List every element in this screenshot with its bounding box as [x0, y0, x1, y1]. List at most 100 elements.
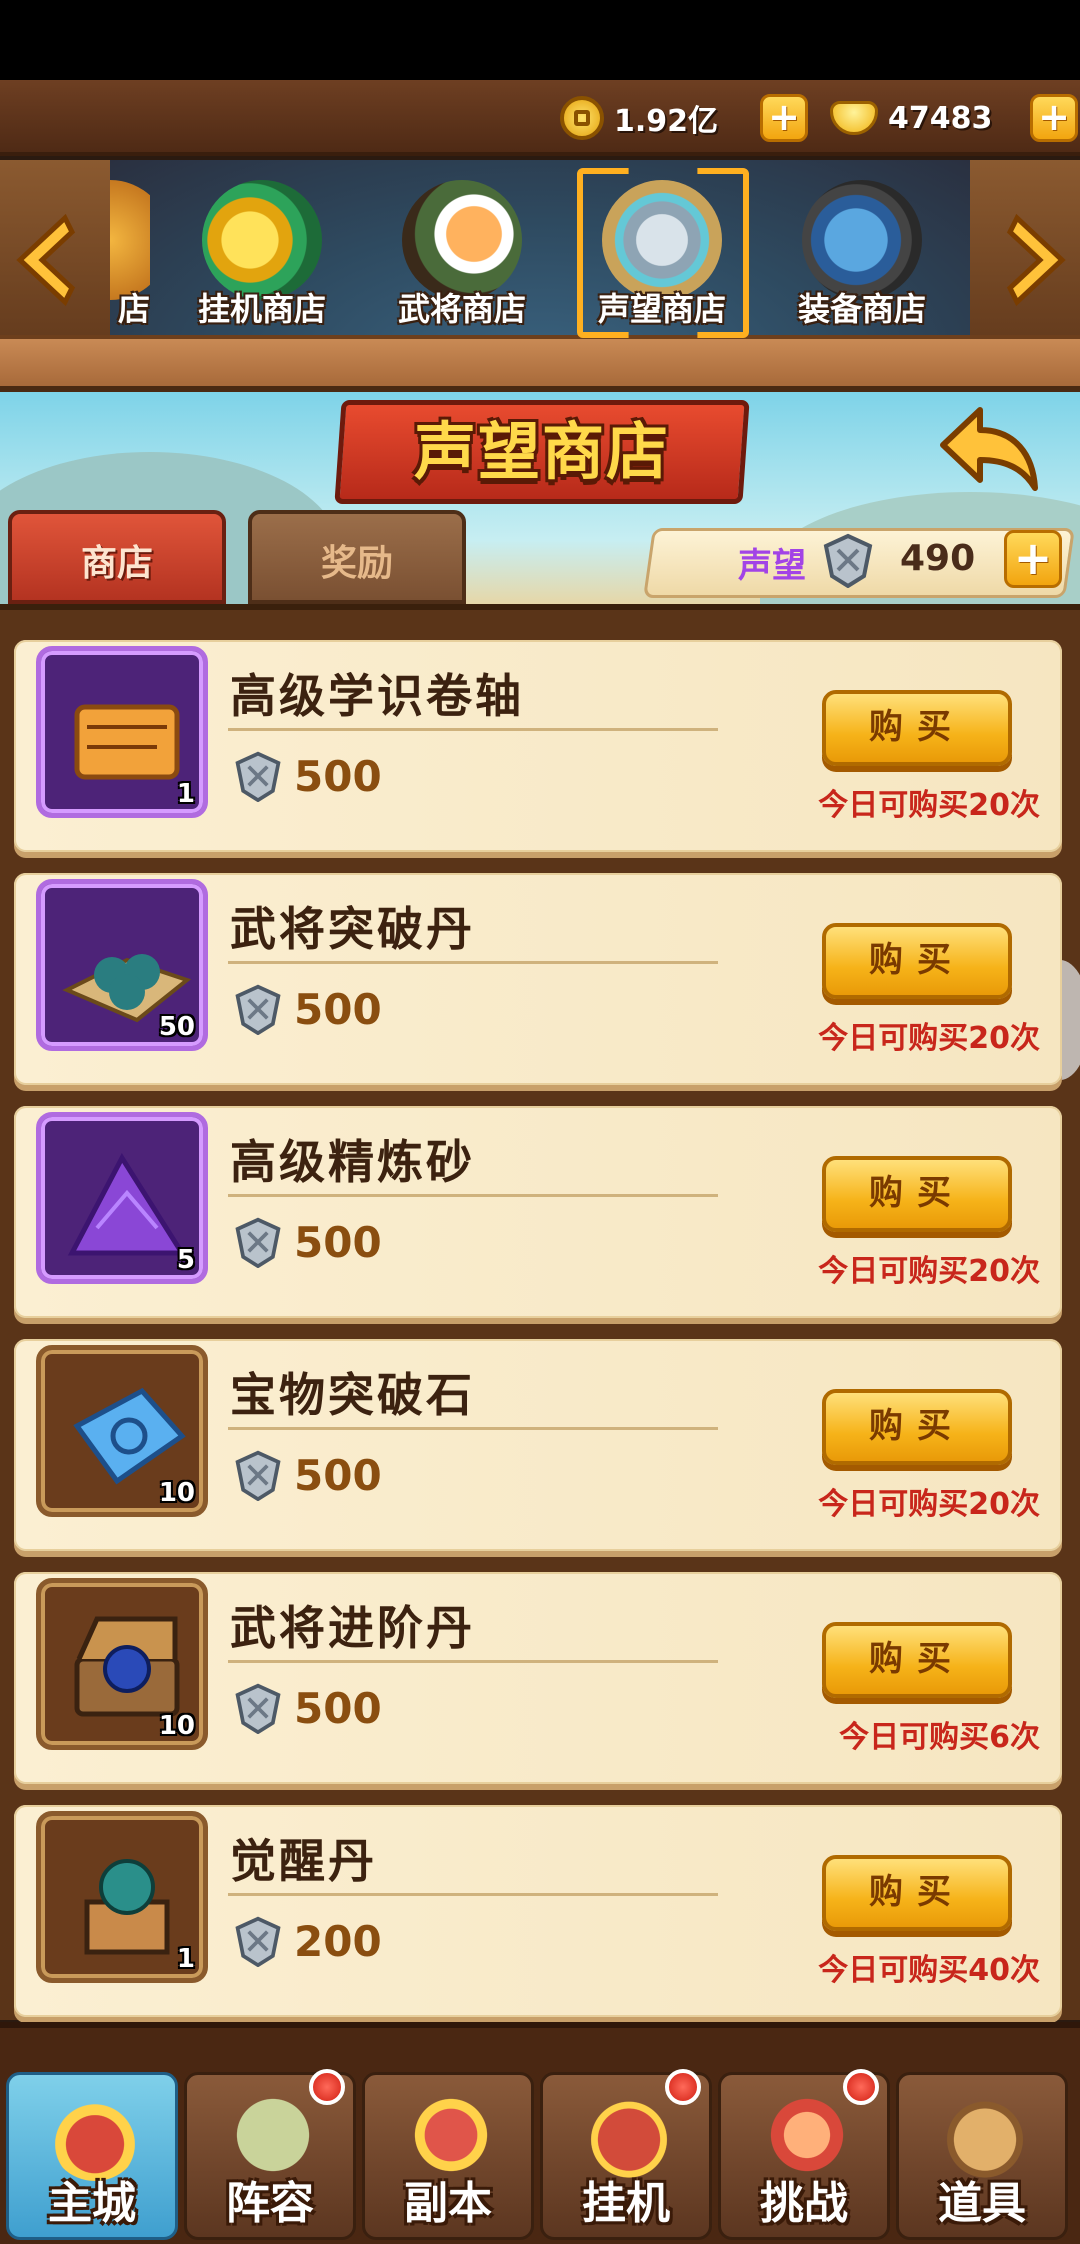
buy-button[interactable]: 购买 [822, 1622, 1012, 1698]
tab-reward[interactable]: 奖励 [248, 510, 466, 604]
shop-item-card: 1 高级学识卷轴 500 购买今日可购买20次 [14, 640, 1062, 852]
item-icon-frame[interactable]: 5 [36, 1112, 208, 1284]
shop-tab-general[interactable]: 武将商店 [367, 170, 557, 350]
item-price: 200 [232, 1913, 382, 1969]
buy-button[interactable]: 购买 [822, 1855, 1012, 1931]
gold-resource: 1.92亿 [560, 92, 718, 144]
gold-amount: 1.92亿 [614, 104, 719, 139]
tab-shop[interactable]: 商店 [8, 510, 226, 604]
item-count: 10 [158, 1478, 195, 1508]
chevron-left-icon[interactable] [10, 210, 80, 310]
add-ingot-button[interactable]: + [1030, 94, 1078, 142]
price-value: 500 [294, 984, 382, 1034]
page-title: 声望商店 [413, 415, 670, 488]
buy-button[interactable]: 购买 [822, 1389, 1012, 1465]
item-price: 500 [232, 981, 382, 1037]
price-value: 500 [294, 1217, 382, 1267]
item-name: 宝物突破石 [230, 1368, 475, 1422]
price-value: 500 [294, 1683, 382, 1733]
back-arrow-icon[interactable] [935, 400, 1045, 495]
item-icon-frame[interactable]: 10 [36, 1345, 208, 1517]
item-name: 武将突破丹 [230, 902, 475, 956]
purchase-limit: 今日可购买20次 [818, 1021, 1040, 1056]
nav-button[interactable]: 挑战 [718, 2069, 890, 2240]
reputation-shield-icon [823, 533, 873, 588]
nav-button[interactable]: 阵容 [184, 2069, 356, 2240]
notification-badge [665, 2069, 701, 2105]
buy-button[interactable]: 购买 [822, 923, 1012, 999]
price-value: 500 [294, 751, 382, 801]
notification-badge [309, 2069, 345, 2105]
ingot-amount: 47483 [888, 100, 993, 136]
divider [228, 1660, 718, 1663]
armor-icon [802, 180, 922, 300]
shop-carousel: 店 挂机商店 武将商店 声望商店 装备商店 [0, 160, 1080, 392]
reputation-shield-icon [235, 984, 281, 1035]
notification-badge [843, 2069, 879, 2105]
nav-label: 主城 [48, 2178, 136, 2229]
purchase-limit: 今日可购买20次 [818, 1487, 1040, 1522]
nav-label: 道具 [938, 2178, 1026, 2229]
purchase-limit: 今日可购买6次 [839, 1720, 1040, 1755]
reputation-shield-icon [235, 1916, 281, 1967]
gold-ingot-icon [830, 101, 878, 135]
purchase-limit: 今日可购买20次 [818, 788, 1040, 823]
shop-item-card: 50 武将突破丹 500 购买今日可购买20次 [14, 873, 1062, 1085]
item-name: 高级精炼砂 [230, 1135, 475, 1189]
item-count: 1 [176, 1944, 195, 1974]
resource-bar: 1.92亿 + 47483 + [0, 80, 1080, 156]
add-reputation-button[interactable]: + [1004, 530, 1062, 588]
item-icon-frame[interactable]: 1 [36, 646, 208, 818]
shop-tab-idle[interactable]: 挂机商店 [167, 170, 357, 350]
chevron-right-icon[interactable] [1002, 210, 1072, 310]
nav-button[interactable]: 道具 [896, 2072, 1068, 2240]
nav-button[interactable]: 主城 [6, 2072, 178, 2240]
shop-tab-equipment[interactable]: 装备商店 [767, 170, 957, 350]
divider [228, 1893, 718, 1896]
item-icon-frame[interactable]: 50 [36, 879, 208, 1051]
buy-button[interactable]: 购买 [822, 690, 1012, 766]
item-price: 500 [232, 1214, 382, 1270]
nav-button[interactable]: 副本 [362, 2072, 534, 2240]
shop-item-card: 1 觉醒丹 200 购买今日可购买40次 [14, 1805, 1062, 2017]
divider [228, 1427, 718, 1430]
add-gold-button[interactable]: + [760, 94, 808, 142]
reputation-shield-icon [235, 751, 281, 802]
selected-shop-frame [577, 168, 749, 338]
item-icon-frame[interactable]: 1 [36, 1811, 208, 1983]
reputation-shield-icon [235, 1450, 281, 1501]
nav-button[interactable]: 挂机 [540, 2069, 712, 2240]
divider [228, 961, 718, 964]
gold-coin-icon [560, 96, 604, 140]
item-price: 500 [232, 1680, 382, 1736]
divider [228, 1194, 718, 1197]
purchase-limit: 今日可购买20次 [818, 1254, 1040, 1289]
nav-label: 阵容 [226, 2178, 314, 2229]
status-bar [0, 0, 1080, 80]
nav-label: 挂机 [582, 2178, 670, 2229]
price-value: 500 [294, 1450, 382, 1500]
shop-item-card: 10 武将进阶丹 500 购买 今日可购买6次 [14, 1572, 1062, 1784]
shop-item-card: 5 高级精炼砂 500 购买今日可购买20次 [14, 1106, 1062, 1318]
nav-label: 副本 [404, 2178, 492, 2229]
reputation-label: 声望 [738, 546, 806, 586]
divider [228, 728, 718, 731]
item-count: 1 [176, 779, 195, 809]
item-price: 500 [232, 748, 382, 804]
item-name: 觉醒丹 [230, 1834, 377, 1888]
item-count: 50 [158, 1012, 195, 1042]
reputation-value: 490 [900, 538, 976, 579]
item-count: 5 [176, 1245, 195, 1275]
chef-general-icon [402, 180, 522, 300]
item-icon-frame[interactable]: 10 [36, 1578, 208, 1750]
item-price: 500 [232, 1447, 382, 1503]
buy-button[interactable]: 购买 [822, 1156, 1012, 1232]
item-count: 10 [158, 1711, 195, 1741]
shop-item-card: 10 宝物突破石 500 购买今日可购买20次 [14, 1339, 1062, 1551]
reputation-shield-icon [235, 1217, 281, 1268]
shop-tab-partial[interactable]: 店 [110, 170, 150, 350]
price-value: 200 [294, 1916, 382, 1966]
item-name: 高级学识卷轴 [230, 669, 524, 723]
ingot-resource: 47483 [830, 92, 992, 144]
purchase-limit: 今日可购买40次 [818, 1953, 1040, 1988]
